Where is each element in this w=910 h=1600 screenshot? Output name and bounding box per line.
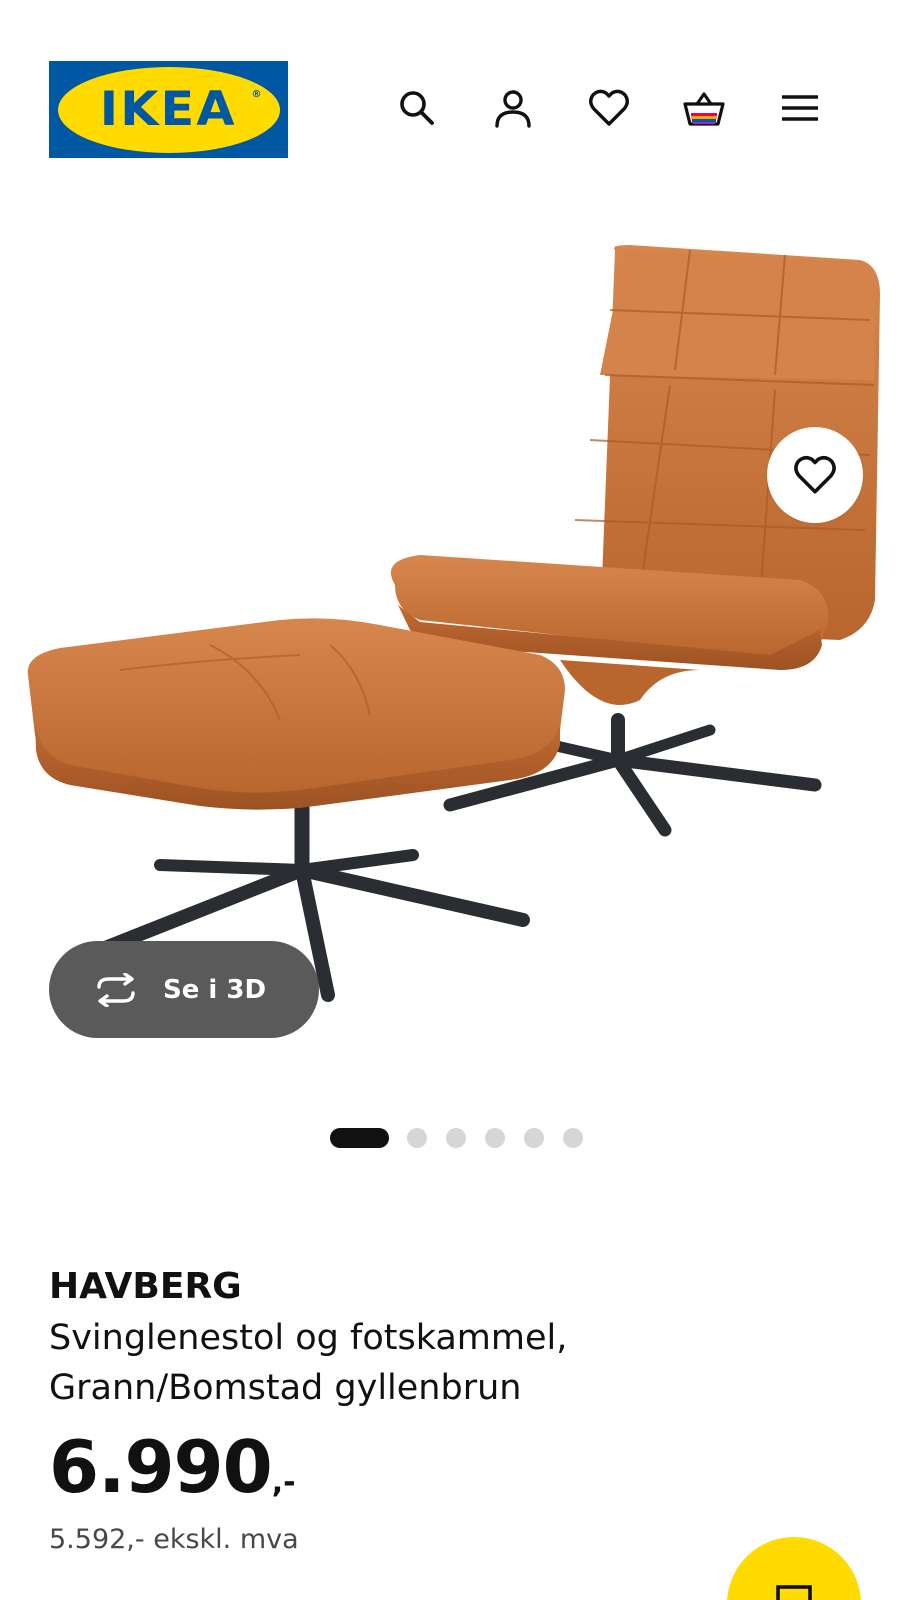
pagination-dot-5[interactable] (524, 1128, 544, 1148)
header: IKEA ® (0, 0, 910, 200)
price-amount: 6.990 (49, 1425, 273, 1509)
heart-icon[interactable] (585, 84, 633, 132)
logo-registered-mark: ® (251, 88, 262, 100)
product-description: Svinglenestol og fotskammel, Grann/Bomst… (49, 1313, 849, 1413)
heart-icon (794, 455, 836, 494)
account-icon[interactable] (489, 84, 537, 132)
view-in-3d-button[interactable]: Se i 3D (49, 941, 319, 1038)
pagination-dot-1[interactable] (330, 1128, 389, 1148)
ikea-logo[interactable]: IKEA ® (49, 61, 288, 158)
rotate-3d-icon (97, 972, 135, 1007)
basket-add-icon (776, 1585, 812, 1600)
add-to-favourites-button[interactable] (767, 427, 863, 523)
basket-icon[interactable] (680, 84, 728, 132)
price-ex-vat: 5.592,- ekskl. mva (49, 1524, 299, 1555)
pagination-dot-6[interactable] (563, 1128, 583, 1148)
logo-text: IKEA (100, 82, 237, 137)
product-image-gallery[interactable]: Se i 3D (0, 200, 910, 1100)
search-icon[interactable] (393, 84, 441, 132)
price-suffix: ,- (271, 1465, 296, 1500)
logo-oval: IKEA ® (57, 66, 280, 153)
pagination-dot-4[interactable] (485, 1128, 505, 1148)
product-description-line-1: Svinglenestol og fotskammel, (49, 1318, 568, 1358)
product-price: 6.990 ,- (49, 1425, 296, 1509)
menu-icon[interactable] (776, 84, 824, 132)
product-page: IKEA ® Se i 3D HAVBERG Svinglenestol og … (0, 0, 910, 1600)
pagination-dot-3[interactable] (446, 1128, 466, 1148)
add-to-basket-fab[interactable] (727, 1537, 861, 1600)
image-pagination (0, 1126, 910, 1148)
pagination-dot-2[interactable] (407, 1128, 427, 1148)
product-name: HAVBERG (49, 1266, 242, 1307)
product-description-line-2: Grann/Bomstad gyllenbrun (49, 1368, 522, 1408)
view-in-3d-label: Se i 3D (163, 974, 267, 1005)
